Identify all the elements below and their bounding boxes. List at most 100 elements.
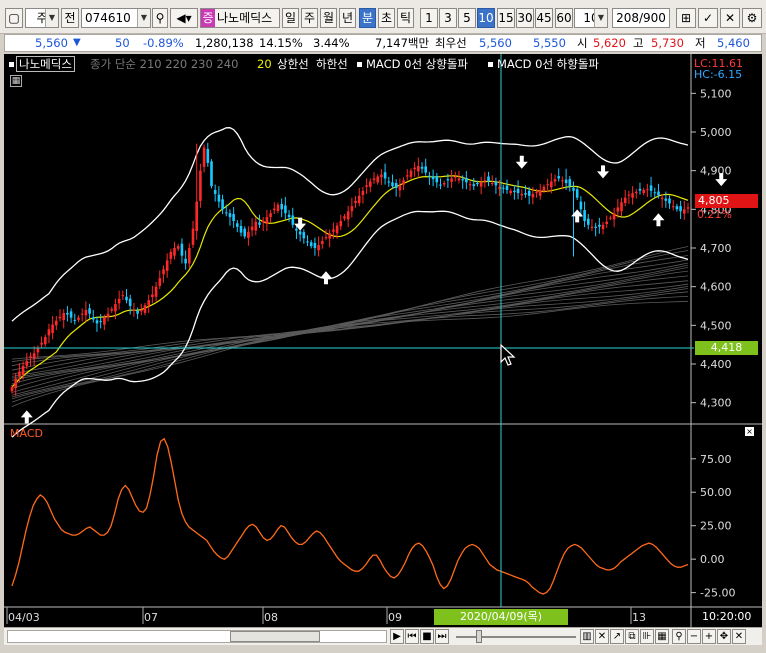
candle-body: [483, 180, 487, 182]
interval-button-15[interactable]: 15: [497, 8, 515, 28]
overlay-icon[interactable]: ✕: [595, 629, 609, 644]
trade-amount: 7,147백만: [375, 36, 430, 50]
x-tick-label: 08: [264, 611, 278, 624]
zoom-out-icon[interactable]: −: [687, 629, 701, 644]
candle-body: [380, 174, 383, 178]
period-year-button[interactable]: 년: [339, 8, 356, 28]
chart-style-icon[interactable]: ✕: [720, 8, 740, 28]
candle-body: [239, 226, 243, 233]
cursor-date-badge: 2020/04/09(목) 15:00:00: [434, 609, 568, 639]
candle-body: [657, 191, 660, 196]
grid-toggle-icon[interactable]: ▦: [10, 75, 22, 87]
candle-body: [55, 320, 58, 326]
candle-body: [660, 197, 664, 200]
candle-body: [417, 166, 420, 172]
candle-icon[interactable]: ⊪: [640, 629, 654, 644]
candle-body: [413, 167, 416, 170]
move-icon[interactable]: ✥: [717, 629, 731, 644]
best-bid: 5,550: [533, 36, 566, 50]
settings-icon[interactable]: ⚙: [742, 8, 762, 28]
scroll-thumb[interactable]: [230, 631, 320, 642]
candle-body: [14, 378, 17, 388]
chart-type-icon[interactable]: ↗: [610, 629, 624, 644]
grid-icon[interactable]: ▦: [655, 629, 669, 644]
chart-canvas[interactable]: 5,1005,0004,9004,8004,7004,6004,5004,400…: [4, 54, 762, 627]
legend-marker-icon: [357, 62, 362, 67]
candle-body: [62, 313, 65, 320]
x-tick-label: 04/03: [8, 611, 40, 624]
interval-button-10[interactable]: 10: [477, 8, 495, 28]
count-display[interactable]: 208/900: [612, 8, 670, 28]
candle-body: [321, 241, 324, 245]
interval-button-60[interactable]: 60: [555, 8, 573, 28]
legend-marker-icon: [9, 62, 14, 67]
candle-body: [671, 206, 675, 208]
speaker-icon[interactable]: ◀▾: [170, 8, 198, 28]
candle-body: [365, 185, 368, 187]
candle-body: [92, 317, 95, 320]
candle-body: [623, 197, 627, 204]
price-change: 50: [115, 36, 130, 50]
candle-body: [254, 221, 258, 231]
chart-area[interactable]: 5,100 5,000 4,900 4,800 4,700 4,600 4,500 4,400…: [4, 54, 762, 639]
grid-icon[interactable]: ⊞: [676, 8, 696, 28]
open-label: 시: [577, 36, 588, 50]
macd-tick-label: 75.00: [700, 453, 732, 466]
zoom-thumb[interactable]: [476, 630, 482, 643]
unit-tick-button[interactable]: 틱: [397, 8, 414, 28]
candle-body: [25, 360, 29, 366]
interval-button-45[interactable]: 45: [535, 8, 553, 28]
candle-body: [609, 217, 612, 219]
interval-button-1[interactable]: 1: [420, 8, 438, 28]
search-icon[interactable]: ⚲: [152, 8, 168, 28]
candle-body: [472, 184, 476, 187]
candle-body: [394, 183, 398, 188]
zoom-in-icon[interactable]: +: [702, 629, 716, 644]
interval-button-30[interactable]: 30: [516, 8, 534, 28]
unit-second-button[interactable]: 초: [378, 8, 395, 28]
unit-minute-button[interactable]: 분: [359, 8, 376, 28]
candle-body: [553, 179, 557, 182]
stop-button[interactable]: ■: [420, 629, 434, 644]
prev-button[interactable]: 전: [61, 8, 79, 28]
zoom-slider[interactable]: [456, 630, 576, 643]
stock-code-input[interactable]: 074610 ▼: [81, 8, 151, 28]
candle-body: [446, 179, 450, 181]
market-select[interactable]: 주 ▼: [25, 8, 59, 28]
period-week-button[interactable]: 주: [301, 8, 318, 28]
chevron-down-icon: ▼: [594, 9, 607, 27]
candle-body: [572, 187, 575, 191]
indicator-icon[interactable]: ⧉: [625, 629, 639, 644]
chart-compare-icon[interactable]: ▥: [580, 629, 594, 644]
candle-body: [40, 342, 43, 345]
period-day-button[interactable]: 일: [282, 8, 299, 28]
check-icon[interactable]: ✓: [698, 8, 718, 28]
horizontal-scrollbar[interactable]: [7, 630, 387, 643]
candle-body: [313, 243, 317, 248]
last-page-button[interactable]: ⏭: [435, 629, 449, 644]
price-tick-label: 4,400: [700, 358, 732, 371]
scroll-left-button[interactable]: ▶: [390, 629, 404, 644]
high-price: 5,730: [651, 36, 684, 50]
candle-body: [221, 199, 224, 210]
candle-body: [265, 217, 269, 225]
candle-body: [579, 201, 583, 210]
close-icon[interactable]: ×: [745, 427, 754, 436]
stock-name-field[interactable]: 증 나노메딕스: [200, 8, 280, 28]
interval-button-3[interactable]: 3: [439, 8, 457, 28]
macd-tick-label: 0.00: [700, 553, 725, 566]
interval-select[interactable]: 10 ▼: [574, 8, 608, 28]
candle-body: [420, 166, 424, 169]
zoom-search-icon[interactable]: ⚲: [672, 629, 686, 644]
chart-window-icon[interactable]: ▢: [5, 8, 23, 28]
toolbar: ▢ 주 ▼ 전 074610 ▼ ⚲ ◀▾ 증 나노메딕스 일 주 월 년 분 초 틱…: [0, 0, 766, 34]
close-chart-icon[interactable]: ✕: [732, 629, 746, 644]
candle-body: [140, 309, 143, 312]
candle-body: [261, 220, 265, 223]
candle-body: [309, 242, 313, 247]
candle-body: [114, 304, 117, 312]
candle-body: [173, 248, 176, 256]
first-page-button[interactable]: ⏮: [405, 629, 419, 644]
period-month-button[interactable]: 월: [320, 8, 337, 28]
interval-button-5[interactable]: 5: [458, 8, 476, 28]
